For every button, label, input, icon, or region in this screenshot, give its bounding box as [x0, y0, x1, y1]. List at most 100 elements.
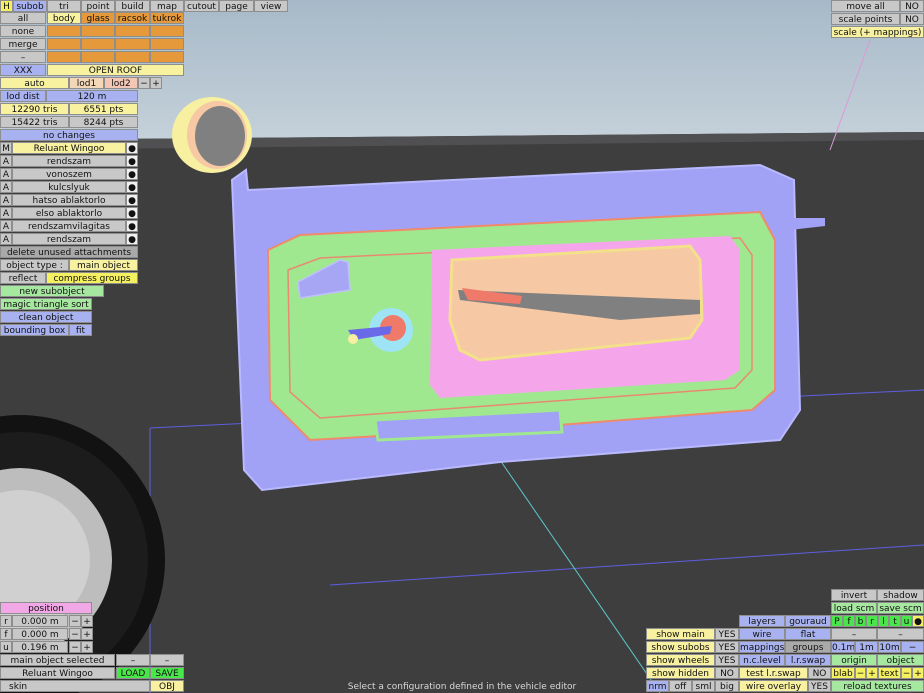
- pos-f-plus[interactable]: +: [81, 628, 93, 640]
- lod-auto-button[interactable]: auto: [0, 77, 69, 89]
- dot-icon[interactable]: ●: [126, 194, 138, 206]
- flag-t[interactable]: t: [889, 615, 901, 627]
- no-changes-status[interactable]: no changes: [0, 129, 138, 141]
- delete-unused-attachments-button[interactable]: delete unused attachments: [0, 246, 138, 258]
- group-cell[interactable]: [150, 51, 184, 63]
- show-wheels-button[interactable]: show wheels: [646, 654, 715, 666]
- pos-r-value[interactable]: 0.000 m: [12, 615, 68, 627]
- flag-l[interactable]: l: [878, 615, 889, 627]
- 3d-viewport[interactable]: [0, 0, 924, 693]
- open-roof-button[interactable]: OPEN ROOF: [47, 64, 184, 76]
- dash-button[interactable]: –: [877, 628, 924, 640]
- menu-cutout[interactable]: cutout: [184, 0, 219, 12]
- dot-icon[interactable]: ●: [126, 220, 138, 232]
- dot-icon[interactable]: ●: [126, 207, 138, 219]
- attachment-rendszam-2[interactable]: rendszam: [12, 233, 126, 245]
- group-cell[interactable]: [47, 25, 81, 37]
- attach-a-toggle[interactable]: A: [0, 168, 12, 180]
- dist-1m-button[interactable]: 1m: [855, 641, 878, 653]
- save-scm-button[interactable]: save scm: [877, 602, 924, 614]
- group-cell[interactable]: [150, 25, 184, 37]
- scale-points-button[interactable]: scale points: [831, 13, 900, 25]
- object-name-row[interactable]: Reluant Wingoo: [12, 142, 126, 154]
- group-cell[interactable]: [115, 38, 150, 50]
- blab-button[interactable]: blab: [831, 667, 855, 679]
- attach-a-toggle[interactable]: A: [0, 207, 12, 219]
- test-lr-swap-toggle[interactable]: NO: [808, 667, 831, 679]
- mappings-button[interactable]: mappings: [739, 641, 785, 653]
- menu-map[interactable]: map: [150, 0, 184, 12]
- move-all-toggle[interactable]: NO: [900, 0, 924, 12]
- attachment-vonoszem[interactable]: vonoszem: [12, 168, 126, 180]
- attach-a-toggle[interactable]: A: [0, 181, 12, 193]
- dist-minus-button[interactable]: −: [901, 641, 924, 653]
- clean-object-button[interactable]: clean object: [0, 311, 92, 323]
- lod-plus-button[interactable]: +: [150, 77, 162, 89]
- move-all-button[interactable]: move all: [831, 0, 900, 12]
- pos-r-plus[interactable]: +: [81, 615, 93, 627]
- text-minus-button[interactable]: −: [901, 667, 912, 679]
- dash-button[interactable]: –: [831, 628, 877, 640]
- object-name-field[interactable]: Reluant Wingoo: [0, 667, 115, 679]
- pos-u-value[interactable]: 0.196 m: [12, 641, 68, 653]
- attachment-rendszamvilagitas[interactable]: rendszamvilagitas: [12, 220, 126, 232]
- compress-groups-button[interactable]: compress groups: [46, 272, 138, 284]
- object-type-select[interactable]: main object: [69, 259, 138, 271]
- scale-points-toggle[interactable]: NO: [900, 13, 924, 25]
- flag-u[interactable]: u: [901, 615, 912, 627]
- test-lr-swap-button[interactable]: test l.r.swap: [739, 667, 808, 679]
- gouraud-button[interactable]: gouraud: [785, 615, 831, 627]
- dash-button[interactable]: –: [116, 654, 150, 666]
- pos-r-minus[interactable]: −: [69, 615, 81, 627]
- load-scm-button[interactable]: load scm: [831, 602, 877, 614]
- load-button[interactable]: LOAD: [116, 667, 150, 679]
- flag-p[interactable]: P: [831, 615, 843, 627]
- nc-level-button[interactable]: n.c.level: [739, 654, 785, 666]
- group-col-glass[interactable]: glass: [81, 12, 115, 24]
- text-button[interactable]: text: [878, 667, 901, 679]
- pos-f-value[interactable]: 0.000 m: [12, 628, 68, 640]
- bounding-box-button[interactable]: bounding box: [0, 324, 69, 336]
- dot-icon[interactable]: ●: [126, 181, 138, 193]
- lod1-button[interactable]: lod1: [69, 77, 104, 89]
- menu-view[interactable]: view: [254, 0, 288, 12]
- dash-button[interactable]: –: [0, 51, 46, 63]
- attach-a-toggle[interactable]: A: [0, 233, 12, 245]
- attach-a-toggle[interactable]: A: [0, 194, 12, 206]
- flag-b[interactable]: b: [855, 615, 866, 627]
- flag-f[interactable]: f: [843, 615, 855, 627]
- layers-button[interactable]: layers: [739, 615, 785, 627]
- menu-tri[interactable]: tri: [47, 0, 81, 12]
- menu-h[interactable]: H: [0, 0, 13, 12]
- dot-icon[interactable]: ●: [126, 168, 138, 180]
- group-cell[interactable]: [115, 25, 150, 37]
- group-cell[interactable]: [47, 51, 81, 63]
- group-col-racsok[interactable]: racsok: [115, 12, 150, 24]
- group-cell[interactable]: [150, 38, 184, 50]
- group-cell[interactable]: [115, 51, 150, 63]
- dist-10m-button[interactable]: 10m: [878, 641, 901, 653]
- scale-mappings-button[interactable]: scale (+ mappings): [831, 26, 924, 38]
- group-cell[interactable]: [81, 51, 115, 63]
- select-none-button[interactable]: none: [0, 25, 46, 37]
- show-hidden-toggle[interactable]: NO: [715, 667, 739, 679]
- menu-build[interactable]: build: [115, 0, 150, 12]
- menu-page[interactable]: page: [219, 0, 254, 12]
- menu-subob[interactable]: subob: [13, 0, 47, 12]
- attachment-elso-ablaktorlo[interactable]: elso ablaktorlo: [12, 207, 126, 219]
- dash-button[interactable]: –: [150, 654, 184, 666]
- pos-f-minus[interactable]: −: [69, 628, 81, 640]
- dot-icon[interactable]: ●: [126, 142, 138, 154]
- attachment-rendszam[interactable]: rendszam: [12, 155, 126, 167]
- fit-button[interactable]: fit: [69, 324, 92, 336]
- merge-button[interactable]: merge: [0, 38, 46, 50]
- show-subobs-button[interactable]: show subobs: [646, 641, 715, 653]
- invert-button[interactable]: invert: [831, 589, 877, 601]
- shadow-button[interactable]: shadow: [877, 589, 924, 601]
- save-button[interactable]: SAVE: [150, 667, 184, 679]
- origin-button[interactable]: origin: [831, 654, 877, 666]
- xxx-button[interactable]: XXX: [0, 64, 46, 76]
- wire-button[interactable]: wire: [739, 628, 785, 640]
- lod-dist-value[interactable]: 120 m: [46, 90, 138, 102]
- blab-minus-button[interactable]: −: [855, 667, 866, 679]
